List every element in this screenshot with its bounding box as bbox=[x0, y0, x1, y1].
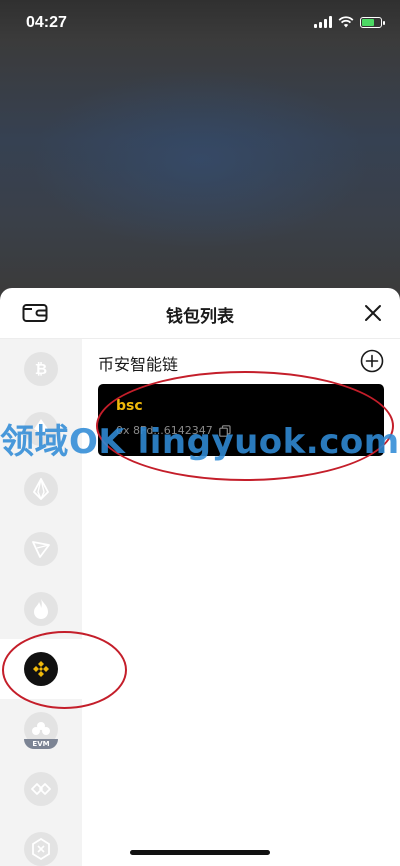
wallet-name: bsc bbox=[116, 398, 143, 414]
status-bar: 04:27 bbox=[0, 0, 400, 48]
battery-icon bbox=[360, 16, 385, 28]
sidebar-item-eos[interactable] bbox=[0, 459, 82, 519]
sheet-header: 钱包列表 bbox=[0, 288, 400, 339]
sheet-title: 钱包列表 bbox=[166, 307, 234, 327]
tron-icon bbox=[24, 532, 58, 566]
hexagon-chain-icon bbox=[24, 832, 58, 866]
ethereum-icon bbox=[24, 412, 58, 446]
close-icon[interactable] bbox=[362, 302, 384, 324]
copy-icon[interactable] bbox=[218, 424, 231, 437]
sidebar-item-bsc[interactable] bbox=[0, 639, 82, 699]
wallet-list-sheet: 钱包列表 ₿ EVM 币安智能链 bsc 0x 8Fd...6142347 bbox=[0, 288, 400, 866]
app-screen: 04:27 钱包列表 ₿ EVM 币安智能链 bsc 0x 8Fd...6142… bbox=[0, 0, 400, 866]
sidebar-item-bitcoin[interactable]: ₿ bbox=[0, 339, 82, 399]
chain-sidebar: ₿ EVM bbox=[0, 339, 82, 866]
eos-icon bbox=[24, 472, 58, 506]
flame-icon bbox=[24, 592, 58, 626]
sidebar-item-ethereum[interactable] bbox=[0, 399, 82, 459]
wallet-card[interactable]: bsc 0x 8Fd...6142347 bbox=[98, 384, 384, 456]
status-time: 04:27 bbox=[26, 14, 67, 31]
bitcoin-icon: ₿ bbox=[24, 352, 58, 386]
chain-section-title: 币安智能链 bbox=[98, 355, 179, 374]
home-indicator bbox=[130, 850, 270, 855]
sidebar-item-other[interactable] bbox=[0, 819, 82, 866]
svg-text:₿: ₿ bbox=[35, 360, 47, 378]
evm-label: EVM bbox=[24, 739, 58, 749]
sidebar-item-huobi[interactable] bbox=[0, 579, 82, 639]
binance-icon bbox=[24, 652, 58, 686]
plus-circle-icon[interactable] bbox=[360, 349, 384, 373]
wifi-icon bbox=[338, 16, 354, 28]
status-icons bbox=[314, 16, 385, 28]
polygon-icon bbox=[24, 772, 58, 806]
wallet-address: 0x 8Fd...6142347 bbox=[116, 424, 213, 437]
sidebar-item-tron[interactable] bbox=[0, 519, 82, 579]
cellular-signal-icon bbox=[314, 16, 332, 28]
sidebar-item-polygon[interactable] bbox=[0, 759, 82, 819]
wallet-address-row: 0x 8Fd...6142347 bbox=[116, 424, 231, 437]
evm-icon: EVM bbox=[24, 712, 58, 749]
wallet-list-main: 币安智能链 bsc 0x 8Fd...6142347 bbox=[82, 339, 400, 866]
blurred-background bbox=[30, 70, 370, 250]
sidebar-item-evm[interactable]: EVM bbox=[0, 699, 82, 759]
